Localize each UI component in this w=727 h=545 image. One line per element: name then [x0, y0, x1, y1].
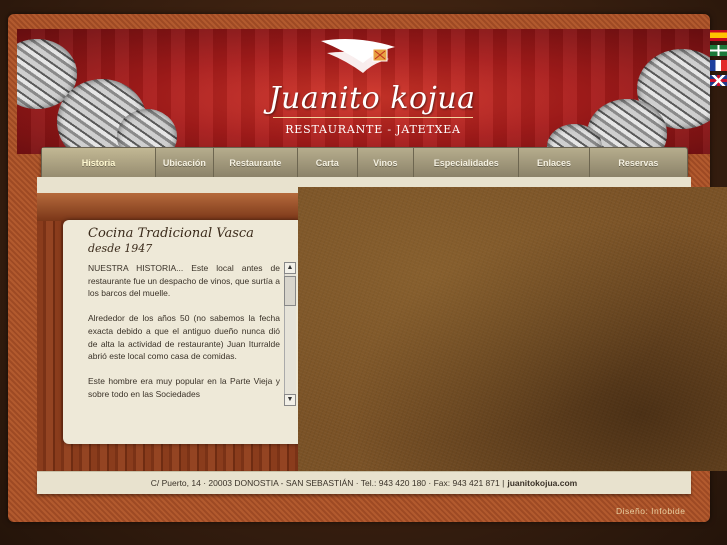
boat-sail-logo-icon [321, 39, 395, 73]
nav-item-reservas[interactable]: Reservas [590, 148, 687, 178]
nav-item-historia[interactable]: Historia [42, 148, 157, 178]
language-selector [710, 30, 727, 90]
french-flag-icon[interactable] [710, 60, 727, 71]
site-footer: C/ Puerto, 14 · 20003 DONOSTIA - SAN SEB… [37, 471, 691, 494]
text-scrollbar[interactable]: ▲ ▼ [284, 262, 296, 422]
spanish-flag-icon[interactable] [710, 30, 727, 41]
panel-heading: Cocina Tradicional Vasca [88, 226, 254, 241]
uk-flag-icon[interactable] [710, 75, 727, 86]
main-nav: Historia Ubicación Restaurante Carta Vin… [41, 147, 688, 179]
paragraph: Alrededor de los años 50 (no sabemos la … [88, 313, 280, 362]
history-panel: Cocina Tradicional Vasca desde 1947 NUES… [63, 220, 299, 444]
scroll-up-button[interactable]: ▲ [284, 262, 296, 274]
nav-item-especialidades[interactable]: Especialidades [414, 148, 520, 178]
site-title: Juanito kojua [268, 81, 476, 116]
footer-address: C/ Puerto, 14 · 20003 DONOSTIA - SAN SEB… [150, 478, 505, 488]
site-subtitle: RESTAURANTE - JATETXEA [285, 123, 461, 136]
basque-flag-icon[interactable] [710, 45, 727, 56]
paragraph: Este hombre era muy popular en la Parte … [88, 376, 280, 399]
restaurant-photo [298, 187, 727, 471]
scroll-down-button[interactable]: ▼ [284, 394, 296, 406]
title-divider [273, 117, 473, 118]
paragraph: NUESTRA HISTORIA... Este local antes de … [88, 263, 280, 299]
nav-item-carta[interactable]: Carta [298, 148, 358, 178]
nav-item-vinos[interactable]: Vinos [358, 148, 415, 178]
design-credit[interactable]: Diseño: Infobide [616, 506, 685, 516]
panel-subheading: desde 1947 [88, 242, 153, 255]
footer-email-link[interactable]: juanitokojua.com [507, 478, 577, 488]
scroll-thumb[interactable] [284, 276, 296, 306]
nav-item-restaurante[interactable]: Restaurante [214, 148, 299, 178]
wood-panel-top [37, 193, 299, 221]
nav-item-enlaces[interactable]: Enlaces [519, 148, 590, 178]
site-header: Juanito kojua RESTAURANTE - JATETXEA [17, 29, 710, 154]
history-text[interactable]: NUESTRA HISTORIA... Este local antes de … [88, 262, 280, 422]
nav-item-ubicacion[interactable]: Ubicación [156, 148, 214, 178]
